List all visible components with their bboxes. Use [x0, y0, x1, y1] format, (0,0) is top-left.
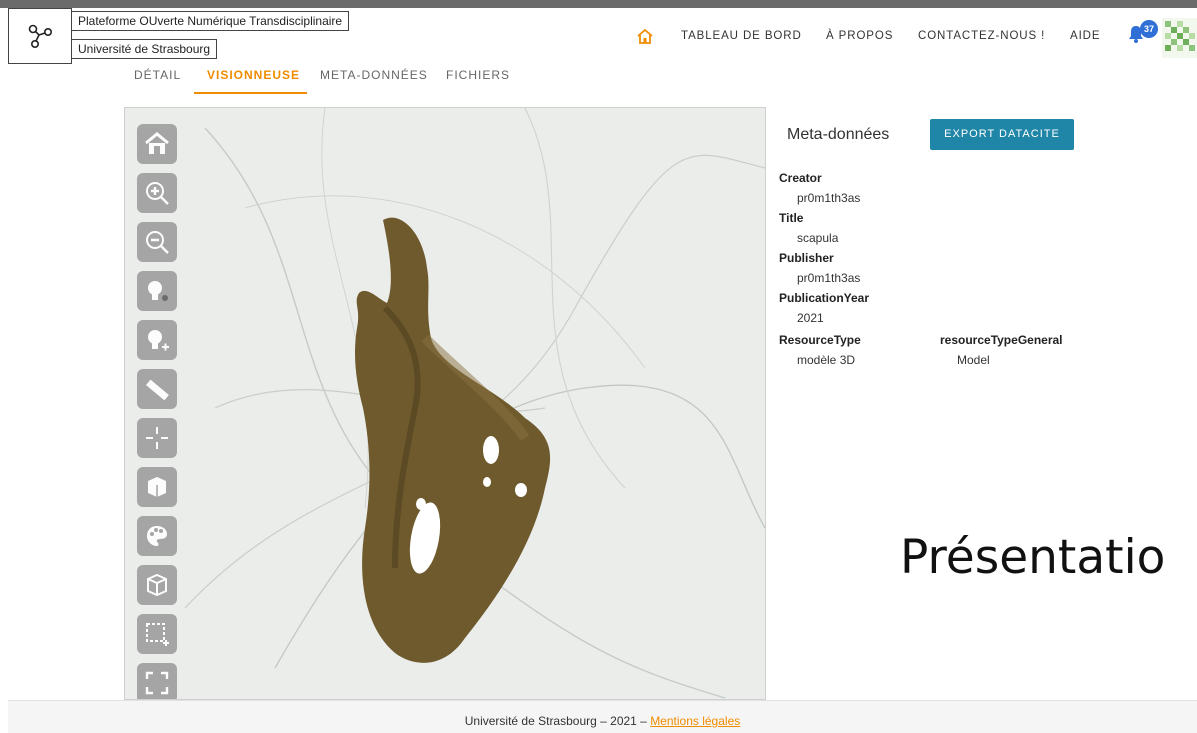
publication-year-label: PublicationYear	[779, 291, 870, 305]
3d-viewer[interactable]	[124, 107, 766, 700]
notification-count-badge: 37	[1140, 20, 1158, 38]
avatar-icon	[1162, 18, 1197, 58]
nav-about[interactable]: À PROPOS	[826, 30, 893, 50]
active-tab-indicator	[194, 92, 307, 94]
selection-icon[interactable]	[137, 614, 177, 654]
avatar[interactable]	[1162, 18, 1197, 58]
home-icon[interactable]	[137, 124, 177, 164]
top-strip	[0, 0, 1197, 8]
tab-metadata[interactable]: META-DONNÉES	[320, 68, 428, 82]
resource-type-label: ResourceType	[779, 333, 861, 347]
publication-year-value: 2021	[797, 311, 824, 325]
footer-text: Université de Strasbourg – 2021 –	[464, 714, 651, 728]
home-icon[interactable]	[637, 29, 653, 44]
zoom-out-icon[interactable]	[137, 222, 177, 262]
legal-notice-link[interactable]: Mentions légales	[650, 714, 740, 728]
ruler-icon[interactable]	[137, 369, 177, 409]
fullscreen-icon[interactable]	[137, 663, 177, 699]
network-logo-icon	[28, 24, 52, 48]
wireframe-cube-icon[interactable]	[137, 565, 177, 605]
tab-detail[interactable]: DÉTAIL	[134, 68, 181, 82]
tab-files[interactable]: FICHIERS	[446, 68, 510, 82]
export-datacite-button[interactable]: EXPORT DATACITE	[930, 119, 1074, 150]
page-footer: Université de Strasbourg – 2021 – Mentio…	[8, 700, 1197, 733]
resource-type-general-label: resourceTypeGeneral	[940, 333, 1063, 347]
publisher-label: Publisher	[779, 251, 834, 265]
site-logo[interactable]	[8, 8, 72, 64]
viewer-background	[184, 108, 765, 699]
viewer-toolbar	[137, 124, 177, 699]
light-icon[interactable]	[137, 271, 177, 311]
site-subtitle[interactable]: Université de Strasbourg	[72, 39, 218, 59]
nav-help[interactable]: AIDE	[1070, 30, 1100, 50]
resource-type-value: modèle 3D	[797, 353, 856, 367]
tab-viewer[interactable]: VISIONNEUSE	[207, 68, 300, 82]
cube-icon[interactable]	[137, 467, 177, 507]
site-title[interactable]: Plateforme OUverte Numérique Transdiscip…	[72, 11, 350, 31]
publisher-value: pr0m1th3as	[797, 271, 861, 285]
palette-icon[interactable]	[137, 516, 177, 556]
nav-dashboard[interactable]: TABLEAU DE BORD	[681, 30, 802, 50]
crosshair-icon[interactable]	[137, 418, 177, 458]
title-label: Title	[779, 211, 804, 225]
creator-label: Creator	[779, 171, 822, 185]
metadata-heading: Meta-données	[787, 126, 890, 143]
title-value: scapula	[797, 231, 839, 245]
presentation-heading: Présentatio	[900, 530, 1166, 585]
nav-contact[interactable]: CONTACTEZ-NOUS !	[918, 30, 1045, 50]
light-add-icon[interactable]	[137, 320, 177, 360]
creator-value: pr0m1th3as	[797, 191, 861, 205]
resource-type-general-value: Model	[957, 353, 990, 367]
zoom-in-icon[interactable]	[137, 173, 177, 213]
